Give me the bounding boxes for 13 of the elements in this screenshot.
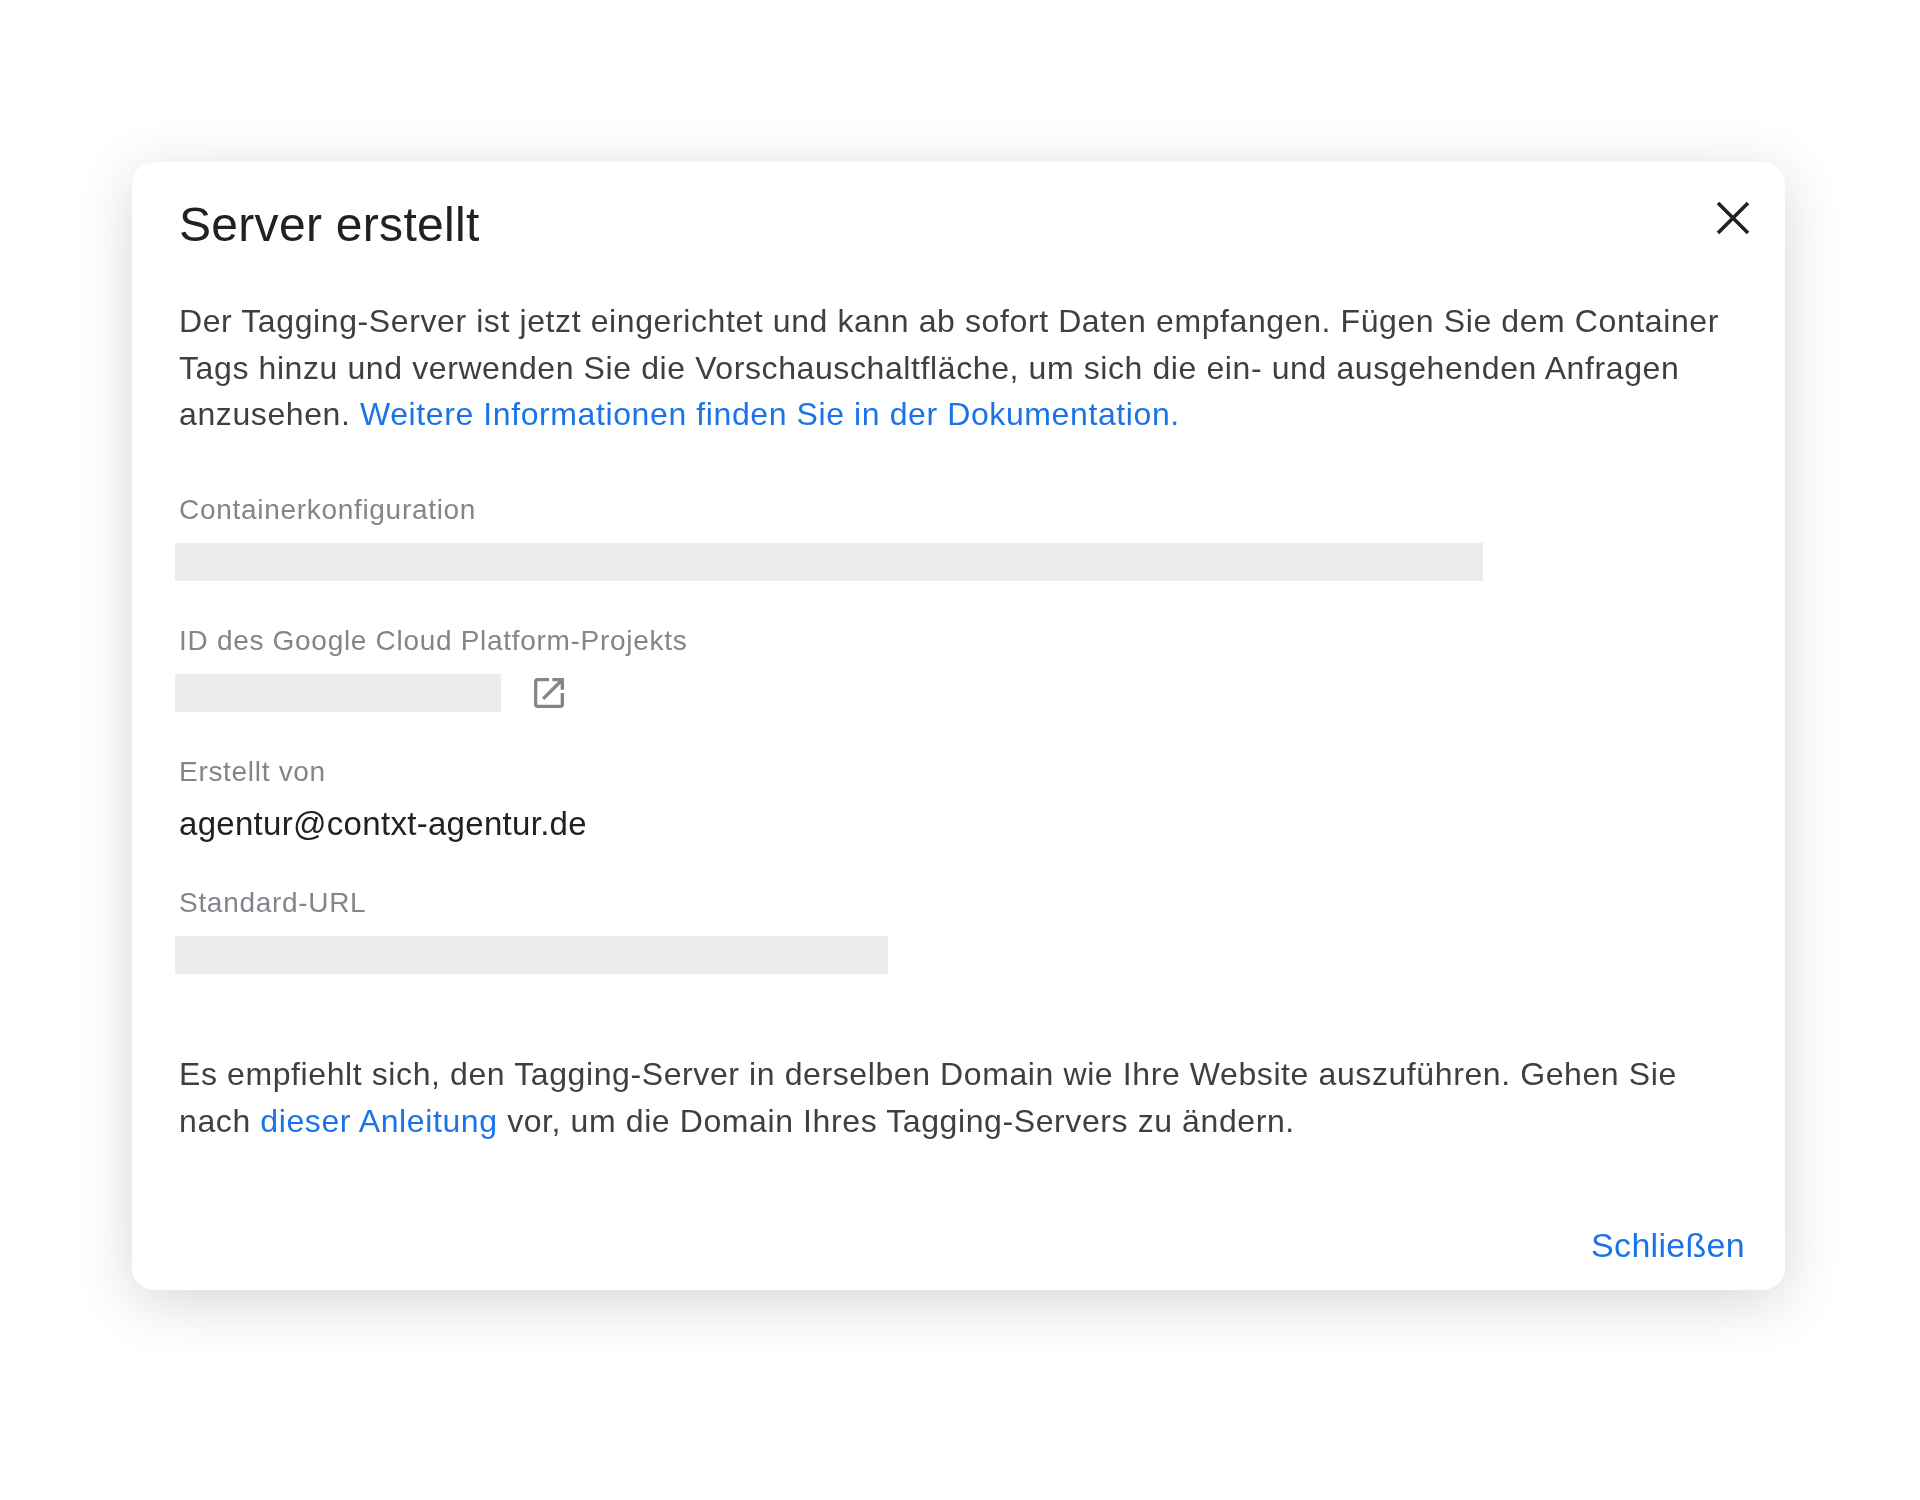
external-link-icon[interactable] xyxy=(534,677,564,708)
field-label: Standard-URL xyxy=(179,885,368,920)
guide-link[interactable]: dieser Anleitung xyxy=(260,1102,498,1139)
field-label: Erstellt von xyxy=(179,754,327,789)
field-value: agentur@contxt-agentur.de xyxy=(179,804,587,843)
documentation-link[interactable]: Weitere Informationen finden Sie in der Dokumentation. xyxy=(359,396,1180,432)
intro-paragraph: Der Tagging-Server ist jetzt eingerichtet und kann ab sofort Daten empfangen. Fügen Sie dem Container Tags hinzu und verwenden Sie die Vorschauschaltfläche, um sich die ein- und ausgehenden Anfragen anzusehen. Weitere Informationen finden Sie in der Dokumentation. xyxy=(179,302,1720,434)
field-label: ID des Google Cloud Platform-Projekts xyxy=(179,623,689,658)
dialog-title: Server erstellt xyxy=(179,197,480,253)
domain-note: Es empfiehlt sich, den Tagging-Server in derselben Domain wie Ihre Website auszuführen. Gehen Sie nach dieser Anleitung vor, um die Domain Ihres Tagging-Servers zu ändern. xyxy=(179,1054,1678,1141)
field-label: Containerkonfiguration xyxy=(179,492,478,527)
close-text-button[interactable]: Schließen xyxy=(1579,1217,1757,1274)
close-icon xyxy=(1716,201,1750,235)
